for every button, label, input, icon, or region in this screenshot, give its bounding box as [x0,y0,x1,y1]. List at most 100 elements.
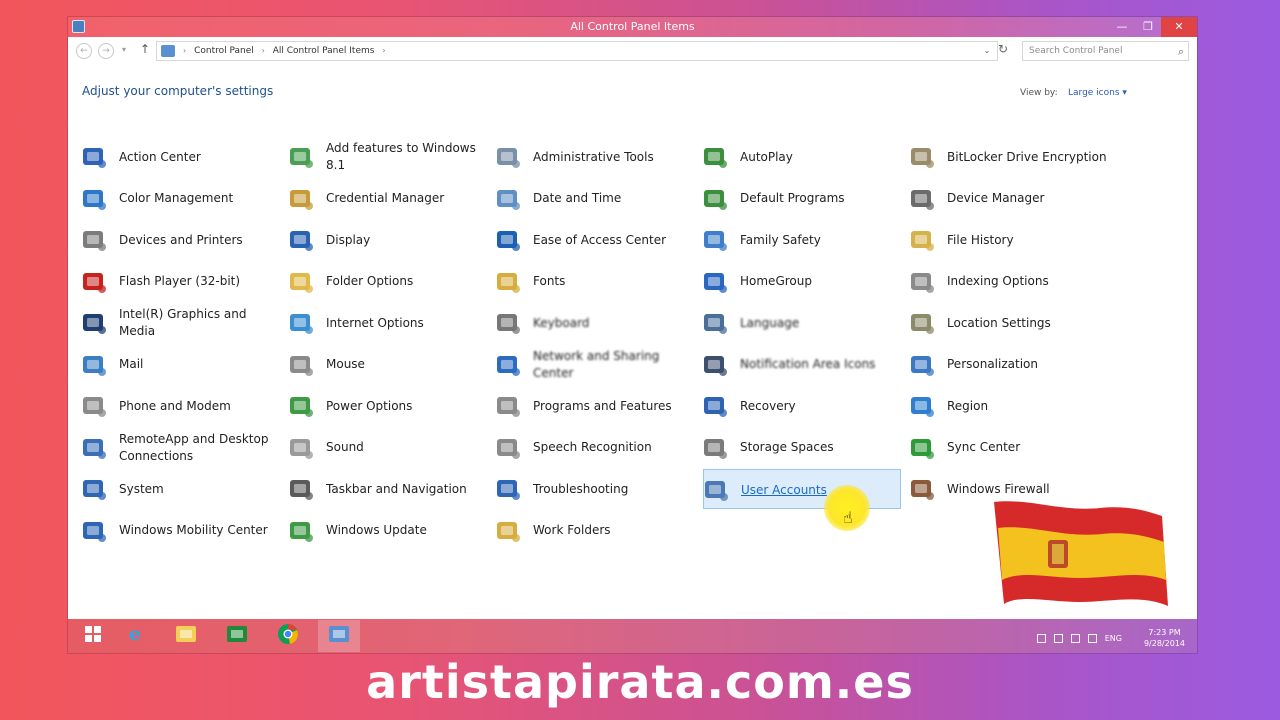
control-panel-item-12[interactable]: Display [289,220,487,260]
control-panel-item-27[interactable]: Mouse [289,345,487,385]
search-input[interactable]: Search Control Panel ⌕ [1022,41,1189,61]
control-panel-item-23[interactable]: Keyboard [496,303,694,343]
control-panel-item-icon [496,436,522,460]
control-panel-item-label: Keyboard [533,315,590,330]
control-panel-item-25[interactable]: Location Settings [910,303,1108,343]
control-panel-item-13[interactable]: Ease of Access Center [496,220,694,260]
taskbar-button-start[interactable] [72,620,114,652]
control-panel-item-21[interactable]: Intel(R) Graphics and Media [82,303,280,343]
control-panel-item-34[interactable]: Recovery [703,386,901,426]
clock-time: 7:23 PM [1148,628,1181,637]
control-panel-item-42[interactable]: Taskbar and Navigation [289,469,487,509]
crumb-separator[interactable]: › [382,46,385,55]
control-panel-item-label: Credential Manager [326,191,445,205]
speaker-icon[interactable] [1087,633,1097,643]
control-panel-item-46[interactable]: Windows Mobility Center [82,511,280,551]
control-panel-item-31[interactable]: Phone and Modem [82,386,280,426]
control-panel-item-7[interactable]: Credential Manager [289,179,487,219]
control-panel-item-14[interactable]: Family Safety [703,220,901,260]
control-panel-item-label: Family Safety [740,232,821,247]
control-panel-item-6[interactable]: Color Management [82,179,280,219]
control-panel-item-26[interactable]: Mail [82,345,280,385]
language-indicator[interactable]: ENG [1105,634,1122,643]
control-panel-item-29[interactable]: Notification Area Icons [703,345,901,385]
control-panel-item-label: User Accounts [741,482,827,497]
control-panel-item-40[interactable]: Sync Center [910,428,1108,468]
control-panel-item-17[interactable]: Folder Options [289,262,487,302]
control-panel-item-icon [82,519,108,543]
control-panel-item-43[interactable]: Troubleshooting [496,469,694,509]
taskbar-button-internet-explorer[interactable]: e [114,620,156,652]
control-panel-item-24[interactable]: Language [703,303,901,343]
control-panel-item-19[interactable]: HomeGroup [703,262,901,302]
control-panel-item-2[interactable]: Add features to Windows 8.1 [289,137,487,177]
control-panel-item-icon [82,477,108,501]
chrome-icon [277,623,299,649]
control-panel-item-label: BitLocker Drive Encryption [947,149,1107,164]
taskbar-button-file-explorer[interactable] [165,620,207,652]
crumb-separator[interactable]: › [262,46,265,55]
minimize-button[interactable]: — [1109,17,1135,37]
control-panel-item-10[interactable]: Device Manager [910,179,1108,219]
close-button[interactable]: ✕ [1161,17,1197,37]
control-panel-item-37[interactable]: Sound [289,428,487,468]
control-panel-item-icon [289,394,315,418]
forward-button[interactable]: → [98,43,114,59]
control-panel-item-1[interactable]: Action Center [82,137,280,177]
control-panel-item-icon [82,394,108,418]
system-tray: ENG 7:23 PM 9/28/2014 [1036,627,1185,649]
view-by-dropdown[interactable]: Large icons ▾ [1068,88,1127,98]
control-panel-item-16[interactable]: Flash Player (32-bit) [82,262,280,302]
control-panel-item-44[interactable]: User Accounts [703,469,901,509]
control-panel-item-48[interactable]: Work Folders [496,511,694,551]
control-panel-item-38[interactable]: Speech Recognition [496,428,694,468]
control-panel-item-36[interactable]: RemoteApp and Desktop Connections [82,428,280,468]
refresh-button[interactable]: ↻ [994,42,1012,60]
control-panel-item-30[interactable]: Personalization [910,345,1108,385]
title-bar[interactable]: All Control Panel Items — ❐ ✕ [68,17,1197,37]
control-panel-item-label: Internet Options [326,315,424,330]
control-panel-item-label: Storage Spaces [740,440,834,454]
control-panel-item-5[interactable]: BitLocker Drive Encryption [910,137,1108,177]
control-panel-item-label: Fonts [533,274,566,288]
control-panel-item-33[interactable]: Programs and Features [496,386,694,426]
control-panel-item-15[interactable]: File History [910,220,1108,260]
control-panel-item-icon [289,519,315,543]
control-panel-item-32[interactable]: Power Options [289,386,487,426]
control-panel-item-icon [289,311,315,335]
recent-locations-icon[interactable]: ▾ [122,45,126,54]
control-panel-item-41[interactable]: System [82,469,280,509]
control-panel-item-11[interactable]: Devices and Printers [82,220,280,260]
breadcrumb-all-items[interactable]: All Control Panel Items [273,46,375,56]
clock[interactable]: 7:23 PM 9/28/2014 [1144,627,1185,649]
flag-icon[interactable] [1053,633,1063,643]
control-panel-item-35[interactable]: Region [910,386,1108,426]
control-panel-item-icon [82,311,108,335]
control-panel-item-22[interactable]: Internet Options [289,303,487,343]
control-panel-item-4[interactable]: AutoPlay [703,137,901,177]
taskbar-button-chrome[interactable] [267,620,309,652]
control-panel-item-label: Device Manager [947,191,1045,205]
control-panel-item-47[interactable]: Windows Update [289,511,487,551]
maximize-button[interactable]: ❐ [1135,17,1161,37]
taskbar-button-store[interactable] [216,620,258,652]
address-bar[interactable]: › Control Panel › All Control Panel Item… [156,41,998,61]
control-panel-item-20[interactable]: Indexing Options [910,262,1108,302]
control-panel-item-label: Sync Center [947,440,1021,454]
control-panel-item-label: Mail [119,357,144,371]
control-panel-item-icon [289,270,315,294]
network-icon[interactable] [1070,633,1080,643]
up-button[interactable]: ↑ [140,42,150,56]
control-panel-item-9[interactable]: Default Programs [703,179,901,219]
back-button[interactable]: ← [76,43,92,59]
control-panel-item-39[interactable]: Storage Spaces [703,428,901,468]
tray-up-arrow-icon[interactable] [1036,633,1046,643]
control-panel-item-3[interactable]: Administrative Tools [496,137,694,177]
control-panel-item-label: File History [947,232,1014,247]
search-icon[interactable]: ⌕ [1178,43,1184,61]
control-panel-item-28[interactable]: Network and Sharing Center [496,345,694,385]
taskbar-button-control-panel[interactable] [318,620,360,652]
control-panel-item-8[interactable]: Date and Time [496,179,694,219]
control-panel-item-18[interactable]: Fonts [496,262,694,302]
breadcrumb-control-panel[interactable]: Control Panel [194,46,254,56]
